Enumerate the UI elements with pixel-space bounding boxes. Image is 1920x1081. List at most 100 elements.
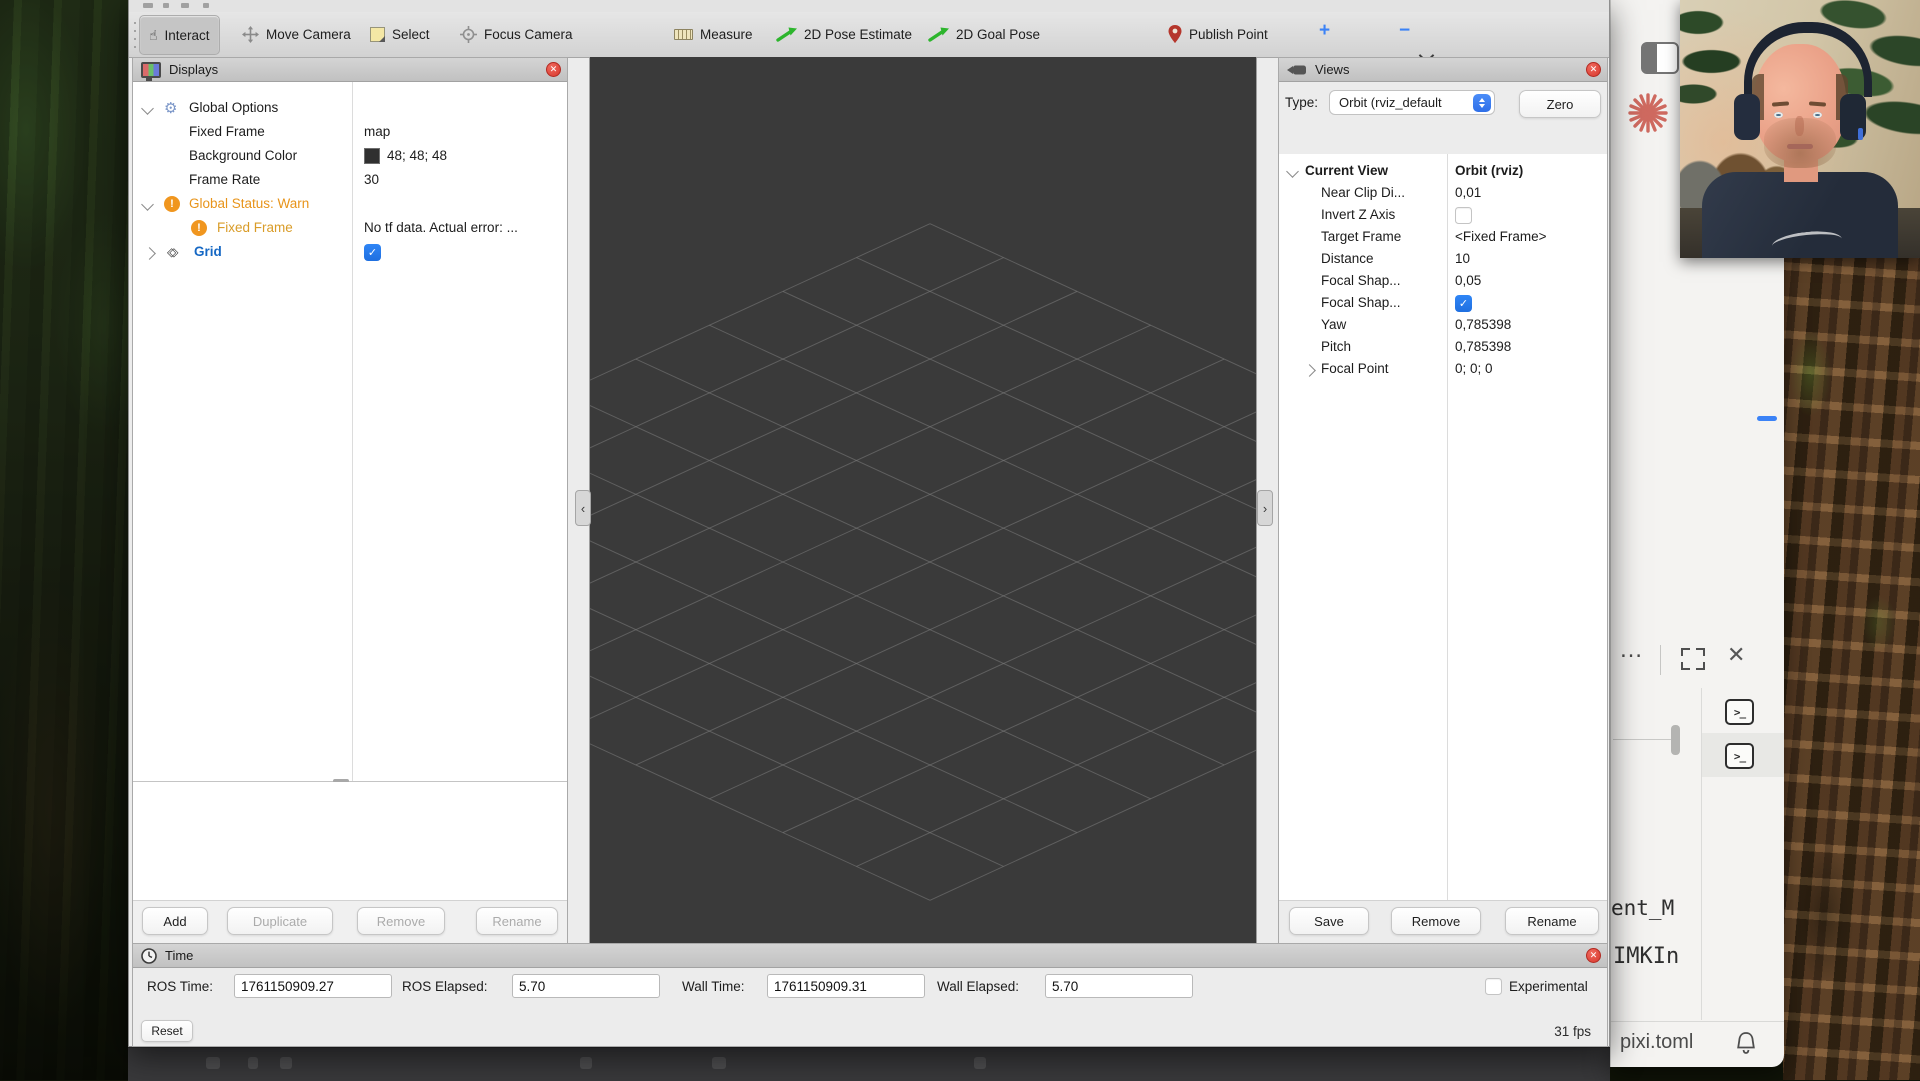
rename-display-button[interactable]: Rename	[476, 907, 558, 935]
remove-view-button[interactable]: Remove	[1391, 907, 1481, 935]
chevron-down-icon[interactable]	[141, 102, 154, 115]
taskbar-glyph	[580, 1057, 592, 1069]
row-value[interactable]: 30	[364, 172, 379, 187]
invert-z-checkbox[interactable]	[1455, 207, 1472, 224]
tool-2d-goal-pose-button[interactable]: 2D Goal Pose	[919, 15, 1049, 53]
row-value[interactable]: 0; 0; 0	[1455, 361, 1493, 376]
close-icon[interactable]: ✕	[1727, 642, 1745, 668]
chevron-down-icon[interactable]	[1286, 165, 1299, 178]
focal-shape-checkbox[interactable]: ✓	[1455, 295, 1472, 312]
eye	[1813, 112, 1822, 118]
zero-button[interactable]: Zero	[1519, 90, 1601, 118]
tool-move-camera-button[interactable]: Move Camera	[233, 15, 360, 53]
views-panel-title: Views	[1315, 62, 1349, 77]
titlebar-mark	[163, 3, 169, 8]
more-options-icon[interactable]: …	[1619, 636, 1644, 664]
grid-display-icon: ◇◇	[167, 245, 171, 259]
taskbar-glyph	[206, 1057, 220, 1069]
remove-tool-button[interactable]: −	[1399, 20, 1410, 42]
wall-time-input[interactable]	[767, 974, 925, 998]
row-value[interactable]: 0,785398	[1455, 317, 1511, 332]
close-displays-icon[interactable]: ✕	[546, 62, 561, 77]
tree-row-background-color[interactable]: Background Color 48; 48; 48	[133, 146, 567, 170]
displays-panel: Displays ✕ ⚙ Global Options Fixed Frame …	[132, 57, 568, 943]
row-value[interactable]: <Fixed Frame>	[1455, 229, 1547, 244]
fullscreen-icon[interactable]	[1681, 648, 1705, 670]
tree-row-focal-shape-size[interactable]: Focal Shap... 0,05	[1279, 272, 1607, 294]
tree-row-fixed-frame-warning[interactable]: ! Fixed Frame No tf data. Actual error: …	[133, 218, 567, 242]
titlebar-mark	[203, 3, 209, 8]
tool-label: Measure	[700, 27, 753, 42]
color-swatch[interactable]	[364, 148, 380, 164]
tree-row-current-view[interactable]: Current View Orbit (rviz)	[1279, 162, 1607, 184]
tree-row-focal-point[interactable]: Focal Point 0; 0; 0	[1279, 360, 1607, 382]
terminal-icon[interactable]: >_	[1725, 743, 1754, 769]
chevron-right-icon[interactable]	[1303, 364, 1316, 377]
add-tool-button[interactable]: +	[1319, 20, 1330, 42]
chevron-down-icon[interactable]	[141, 198, 154, 211]
row-value[interactable]: 0,785398	[1455, 339, 1511, 354]
row-value[interactable]: 48; 48; 48	[387, 148, 447, 163]
tree-row-global-status[interactable]: ! Global Status: Warn	[133, 194, 567, 218]
tool-publish-point-button[interactable]: Publish Point	[1159, 15, 1277, 53]
tree-row-frame-rate[interactable]: Frame Rate 30	[133, 170, 567, 194]
displays-button-row: Add Duplicate Remove Rename	[133, 900, 567, 943]
row-value[interactable]: 10	[1455, 251, 1470, 266]
sidebar-toggle-icon[interactable]	[1641, 42, 1679, 74]
terminal-icon[interactable]: >_	[1725, 699, 1754, 725]
tree-row-focal-shape-fixed[interactable]: Focal Shap... ✓	[1279, 294, 1607, 316]
save-view-button[interactable]: Save	[1289, 907, 1369, 935]
grid-enabled-checkbox[interactable]: ✓	[364, 244, 381, 261]
tool-interact-button[interactable]: ☝ Interact	[139, 15, 220, 55]
collapse-right-panel-handle[interactable]: ›	[1257, 490, 1273, 526]
tree-row-pitch[interactable]: Pitch 0,785398	[1279, 338, 1607, 360]
tree-row-global-options[interactable]: ⚙ Global Options	[133, 98, 567, 122]
divider	[1613, 739, 1673, 740]
row-value[interactable]: map	[364, 124, 390, 139]
tool-measure-button[interactable]: Measure	[665, 15, 762, 53]
tree-row-near-clip[interactable]: Near Clip Di... 0,01	[1279, 184, 1607, 206]
row-value[interactable]: 0,01	[1455, 185, 1481, 200]
tool-2d-pose-estimate-button[interactable]: 2D Pose Estimate	[767, 15, 921, 53]
ros-elapsed-input[interactable]	[512, 974, 660, 998]
tool-label: Interact	[165, 28, 210, 43]
ros-elapsed-label: ROS Elapsed:	[402, 979, 488, 994]
ruler-icon	[674, 29, 693, 40]
tool-focus-camera-button[interactable]: Focus Camera	[451, 15, 582, 53]
rename-view-button[interactable]: Rename	[1505, 907, 1599, 935]
close-time-icon[interactable]: ✕	[1586, 948, 1601, 963]
chevron-right-icon[interactable]	[143, 247, 156, 260]
displays-lower-area	[133, 782, 567, 900]
tree-row-yaw[interactable]: Yaw 0,785398	[1279, 316, 1607, 338]
scrollbar-thumb[interactable]	[1671, 725, 1680, 755]
ros-time-input[interactable]	[234, 974, 392, 998]
remove-display-button[interactable]: Remove	[357, 907, 445, 935]
collapse-left-panel-handle[interactable]: ‹	[575, 490, 591, 526]
tool-select-button[interactable]: Select	[361, 15, 439, 53]
views-panel: Views ✕ Type: Orbit (rviz_default Zero C…	[1278, 57, 1608, 943]
row-label: Focal Point	[1321, 361, 1389, 376]
view-type-dropdown[interactable]: Orbit (rviz_default	[1329, 90, 1495, 115]
tree-row-fixed-frame[interactable]: Fixed Frame map	[133, 122, 567, 146]
tree-row-grid[interactable]: ◇◇ Grid ✓	[133, 242, 567, 266]
duplicate-display-button[interactable]: Duplicate	[227, 907, 333, 935]
tree-row-distance[interactable]: Distance 10	[1279, 250, 1607, 272]
reset-button[interactable]: Reset	[141, 1020, 193, 1042]
experimental-checkbox[interactable]	[1485, 978, 1502, 995]
3d-viewport[interactable]	[589, 57, 1257, 943]
add-display-button[interactable]: Add	[142, 907, 208, 935]
close-views-icon[interactable]: ✕	[1586, 62, 1601, 77]
tree-row-target-frame[interactable]: Target Frame <Fixed Frame>	[1279, 228, 1607, 250]
tree-row-invert-z[interactable]: Invert Z Axis	[1279, 206, 1607, 228]
wall-elapsed-input[interactable]	[1045, 974, 1193, 998]
row-label: Invert Z Axis	[1321, 207, 1395, 222]
scroll-indicator	[1757, 416, 1777, 421]
headphone-cup	[1734, 94, 1760, 140]
toolbar-drag-handle[interactable]	[133, 22, 137, 48]
row-value[interactable]: 0,05	[1455, 273, 1481, 288]
warning-icon: !	[191, 220, 207, 236]
bell-icon[interactable]	[1735, 1031, 1757, 1057]
type-label: Type:	[1285, 95, 1318, 110]
dropdown-stepper-icon	[1473, 94, 1491, 112]
headphone-light	[1858, 128, 1863, 140]
